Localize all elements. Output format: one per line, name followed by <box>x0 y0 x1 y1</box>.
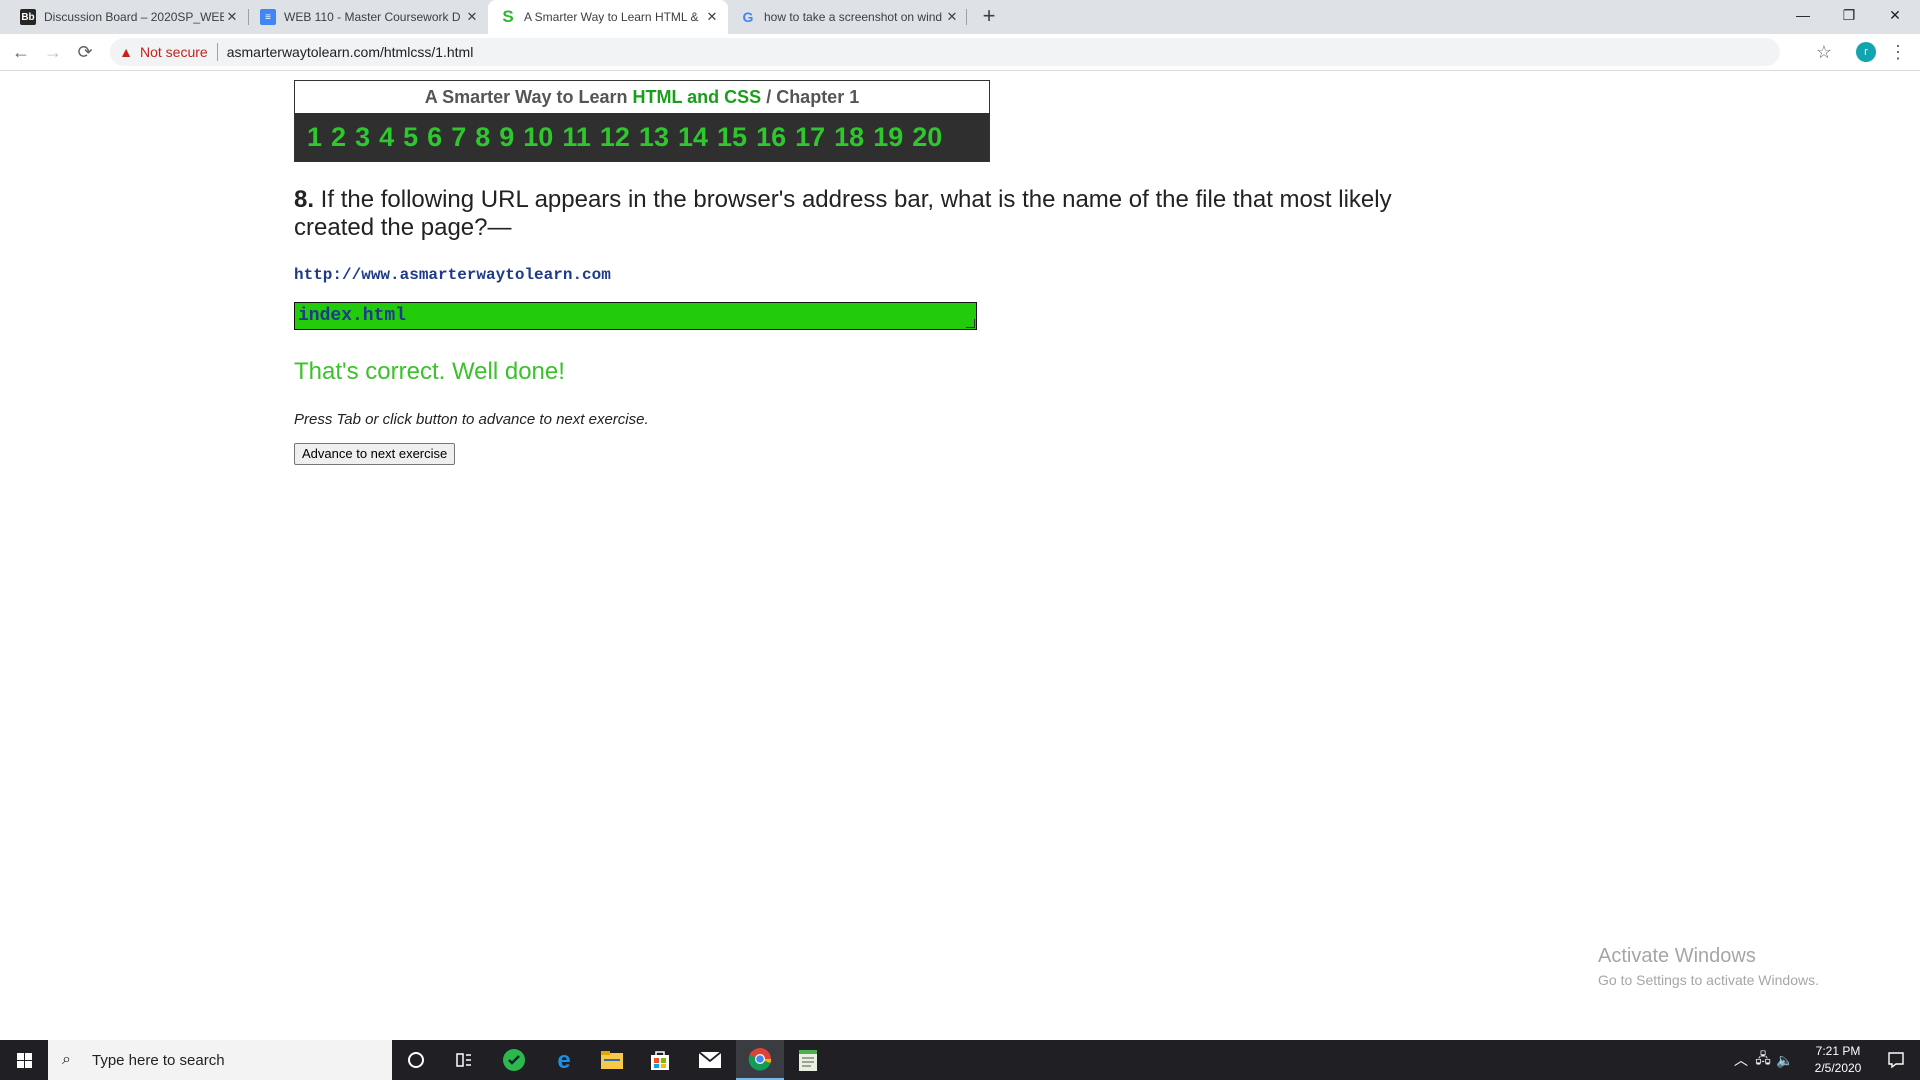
exercise-link[interactable]: 17 <box>795 113 825 161</box>
exercise-link[interactable]: 1 <box>307 113 322 161</box>
search-icon: ⌕ <box>62 1051 71 1068</box>
bookmark-star-icon[interactable]: ☆ <box>1812 40 1836 64</box>
warning-icon[interactable]: ▲ <box>118 44 134 60</box>
sync-app-icon[interactable] <box>490 1040 538 1080</box>
exercise-link[interactable]: 10 <box>523 113 553 161</box>
address-bar[interactable]: ▲ Not secure asmarterwaytolearn.com/html… <box>110 38 1780 66</box>
browser-toolbar: ← → ⟳ ▲ Not secure asmarterwaytolearn.co… <box>0 34 1920 71</box>
task-view-icon[interactable] <box>440 1040 488 1080</box>
restore-button[interactable]: ❐ <box>1826 0 1872 30</box>
exercise-link[interactable]: 12 <box>600 113 630 161</box>
book-title-prefix: A Smarter Way to Learn <box>424 87 633 107</box>
question: 8. If the following URL appears in the b… <box>294 186 1424 242</box>
volume-icon[interactable]: 🔈 <box>1774 1052 1796 1069</box>
tab-title: A Smarter Way to Learn HTML & <box>524 10 699 24</box>
cortana-icon[interactable] <box>392 1040 440 1080</box>
close-window-button[interactable]: ✕ <box>1872 0 1918 30</box>
chevron-up-icon[interactable]: ︿ <box>1730 1050 1752 1070</box>
question-number: 8. <box>294 186 315 213</box>
search-placeholder: Type here to search <box>92 1051 225 1069</box>
clock-date: 2/5/2020 <box>1814 1061 1862 1075</box>
exercise-link[interactable]: 2 <box>331 113 346 161</box>
back-icon[interactable]: ← <box>8 40 34 64</box>
smarter-way-icon: S <box>502 7 514 26</box>
omnibox-divider <box>216 43 218 61</box>
activate-windows-watermark: Activate Windows Go to Settings to activ… <box>1598 945 1819 988</box>
advance-button[interactable]: Advance to next exercise <box>294 443 456 465</box>
reload-icon[interactable]: ⟳ <box>72 40 98 64</box>
exercise-link[interactable]: 5 <box>403 113 418 161</box>
exercise-link[interactable]: 3 <box>355 113 370 161</box>
edge-browser-icon[interactable]: e <box>540 1040 588 1080</box>
menu-icon[interactable]: ⋮ <box>1886 40 1910 64</box>
windows-logo-icon <box>16 1052 32 1068</box>
exercise-link[interactable]: 19 <box>873 113 903 161</box>
book-title-chapter: / Chapter 1 <box>761 87 860 107</box>
minimize-button[interactable]: — <box>1780 0 1826 30</box>
exercise-link[interactable]: 13 <box>639 113 669 161</box>
close-icon[interactable]: ✕ <box>224 9 240 25</box>
close-icon[interactable]: ✕ <box>944 9 960 25</box>
answer-value: index.html <box>298 306 407 326</box>
taskbar-search[interactable]: ⌕ Type here to search <box>48 1040 392 1080</box>
book-title: A Smarter Way to Learn HTML and CSS / Ch… <box>295 81 989 113</box>
exercise-link[interactable]: 7 <box>451 113 466 161</box>
svg-text:e: e <box>557 1048 570 1072</box>
system-tray: ︿ 🖧 🔈 <box>1730 1040 1796 1080</box>
url-text[interactable]: asmarterwaytolearn.com/htmlcss/1.html <box>227 44 474 60</box>
tab-divider <box>966 9 967 25</box>
file-explorer-icon[interactable] <box>588 1040 636 1080</box>
exercise-link[interactable]: 20 <box>912 113 942 161</box>
watermark-title: Activate Windows <box>1598 945 1756 967</box>
google-icon: G <box>742 9 754 25</box>
tab-web110-coursework[interactable]: ≡ WEB 110 - Master Coursework D ✕ <box>248 0 488 34</box>
watermark-subtitle: Go to Settings to activate Windows. <box>1598 972 1819 988</box>
taskbar-clock[interactable]: 7:21 PM 2/5/2020 <box>1798 1043 1878 1077</box>
exercise-link[interactable]: 18 <box>834 113 864 161</box>
forward-icon[interactable]: → <box>40 40 66 64</box>
tab-title: Discussion Board – 2020SP_WEB <box>44 10 224 24</box>
exercise-link[interactable]: 11 <box>562 113 591 161</box>
resize-handle[interactable] <box>966 319 975 328</box>
feedback-message: That's correct. Well done! <box>294 358 565 385</box>
microsoft-store-icon[interactable] <box>636 1040 684 1080</box>
mail-icon[interactable] <box>686 1040 734 1080</box>
new-tab-button[interactable]: + <box>976 5 1002 29</box>
close-icon[interactable]: ✕ <box>704 9 720 25</box>
exercise-link[interactable]: 14 <box>678 113 708 161</box>
exercise-link[interactable]: 8 <box>475 113 490 161</box>
network-icon[interactable]: 🖧 <box>1752 1048 1774 1072</box>
close-icon[interactable]: ✕ <box>464 9 480 25</box>
exercise-link[interactable]: 16 <box>756 113 786 161</box>
chrome-icon[interactable] <box>736 1040 784 1080</box>
tab-google-search[interactable]: G how to take a screenshot on wind ✕ <box>728 0 968 34</box>
blackboard-icon: Bb <box>20 9 36 25</box>
exercise-link[interactable]: 9 <box>499 113 514 161</box>
tab-strip: Bb Discussion Board – 2020SP_WEB ✕ ≡ WEB… <box>0 0 1920 34</box>
exercise-number-nav: 1 2 3 4 5 6 7 8 9 10 11 12 13 14 15 16 17 18 19 20 <box>295 113 989 161</box>
exercise-link[interactable]: 6 <box>427 113 442 161</box>
google-docs-icon: ≡ <box>260 9 276 25</box>
tab-title: WEB 110 - Master Coursework D <box>284 10 461 24</box>
tab-title: how to take a screenshot on wind <box>764 10 943 24</box>
start-button[interactable] <box>0 1040 48 1080</box>
question-text: If the following URL appears in the brow… <box>294 186 1392 241</box>
security-label[interactable]: Not secure <box>140 44 208 60</box>
advance-hint: Press Tab or click button to advance to … <box>294 411 649 428</box>
exercise-link[interactable]: 4 <box>379 113 394 161</box>
book-title-subject: HTML and CSS <box>632 87 762 107</box>
tab-smarter-way[interactable]: S A Smarter Way to Learn HTML & ✕ <box>488 0 728 34</box>
tab-discussion-board[interactable]: Bb Discussion Board – 2020SP_WEB ✕ <box>8 0 248 34</box>
book-header: A Smarter Way to Learn HTML and CSS / Ch… <box>294 80 990 162</box>
notepad-app-icon[interactable] <box>784 1040 832 1080</box>
answer-input[interactable]: index.html <box>294 302 977 330</box>
clock-time: 7:21 PM <box>1815 1044 1861 1058</box>
example-url: http://www.asmarterwaytolearn.com <box>294 266 611 284</box>
exercise-link[interactable]: 15 <box>717 113 747 161</box>
action-center-icon[interactable] <box>1872 1040 1920 1080</box>
taskbar: ⌕ Type here to search e ︿ 🖧 🔈 7:21 PM 2/… <box>0 1040 1920 1080</box>
profile-avatar[interactable]: r <box>1856 42 1876 62</box>
